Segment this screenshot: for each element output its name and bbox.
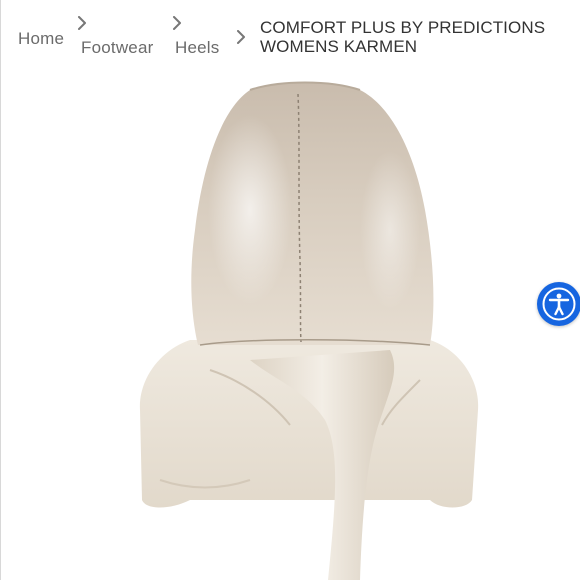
chevron-right-icon <box>171 16 183 30</box>
breadcrumb-heels-link[interactable]: Heels <box>175 38 219 58</box>
chevron-right-icon <box>235 30 247 44</box>
product-page: Home Footwear Heels COMFORT PLUS BY PRED… <box>0 0 580 580</box>
breadcrumb-current-page: COMFORT PLUS BY PREDICTIONS WOMENS KARME… <box>260 18 570 56</box>
breadcrumb-home-link[interactable]: Home <box>18 29 64 49</box>
product-title-line-2: WOMENS KARMEN <box>260 37 418 56</box>
accessibility-button[interactable] <box>537 282 580 326</box>
chevron-right-icon <box>76 16 88 30</box>
product-title-line-1: COMFORT PLUS BY PREDICTIONS <box>260 18 546 37</box>
breadcrumb-footwear-link[interactable]: Footwear <box>81 38 153 58</box>
page-edge <box>0 0 1 580</box>
shoe-heel-back-view <box>139 81 479 580</box>
product-image[interactable] <box>100 80 520 580</box>
accessibility-person-icon <box>542 287 576 321</box>
